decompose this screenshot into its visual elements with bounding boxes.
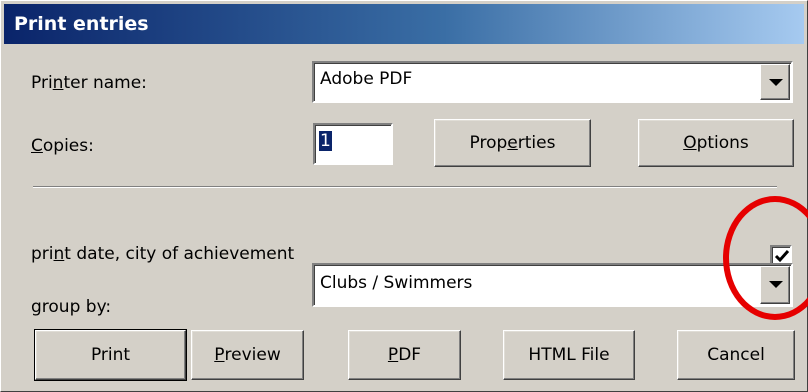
print-date-label: print date, city of achievement <box>31 244 295 264</box>
copies-value: 1 <box>319 131 332 151</box>
html-file-button[interactable]: HTML File <box>503 330 635 380</box>
printer-name-combo[interactable]: Adobe PDF <box>312 61 793 103</box>
properties-button[interactable]: Prop e rties <box>434 119 591 167</box>
group-by-combo[interactable]: Clubs / Swimmers <box>312 263 793 307</box>
checkmark-icon <box>774 250 790 263</box>
printer-name-value: Adobe PDF <box>320 69 413 89</box>
printer-name-label: Printer name: <box>31 73 147 93</box>
options-button[interactable]: Options <box>638 119 794 167</box>
separator <box>33 186 777 188</box>
print-button[interactable]: Print <box>34 329 187 381</box>
group-by-value: Clubs / Swimmers <box>320 273 473 293</box>
dialog-title: Print entries <box>14 13 149 35</box>
print-entries-dialog: Print entries Printer name: Adobe PDF Co… <box>0 0 808 392</box>
copies-input[interactable]: 1 <box>313 123 393 165</box>
group-by-dropdown-arrow-icon[interactable] <box>760 266 790 304</box>
group-by-label: group by: <box>31 297 112 317</box>
title-bar: Print entries <box>4 4 804 44</box>
printer-dropdown-arrow-icon[interactable] <box>760 64 790 100</box>
cancel-button[interactable]: Cancel <box>677 330 795 380</box>
copies-label: Copies: <box>31 136 94 156</box>
pdf-button[interactable]: P DF <box>348 330 461 380</box>
preview-button[interactable]: Preview <box>191 330 304 380</box>
